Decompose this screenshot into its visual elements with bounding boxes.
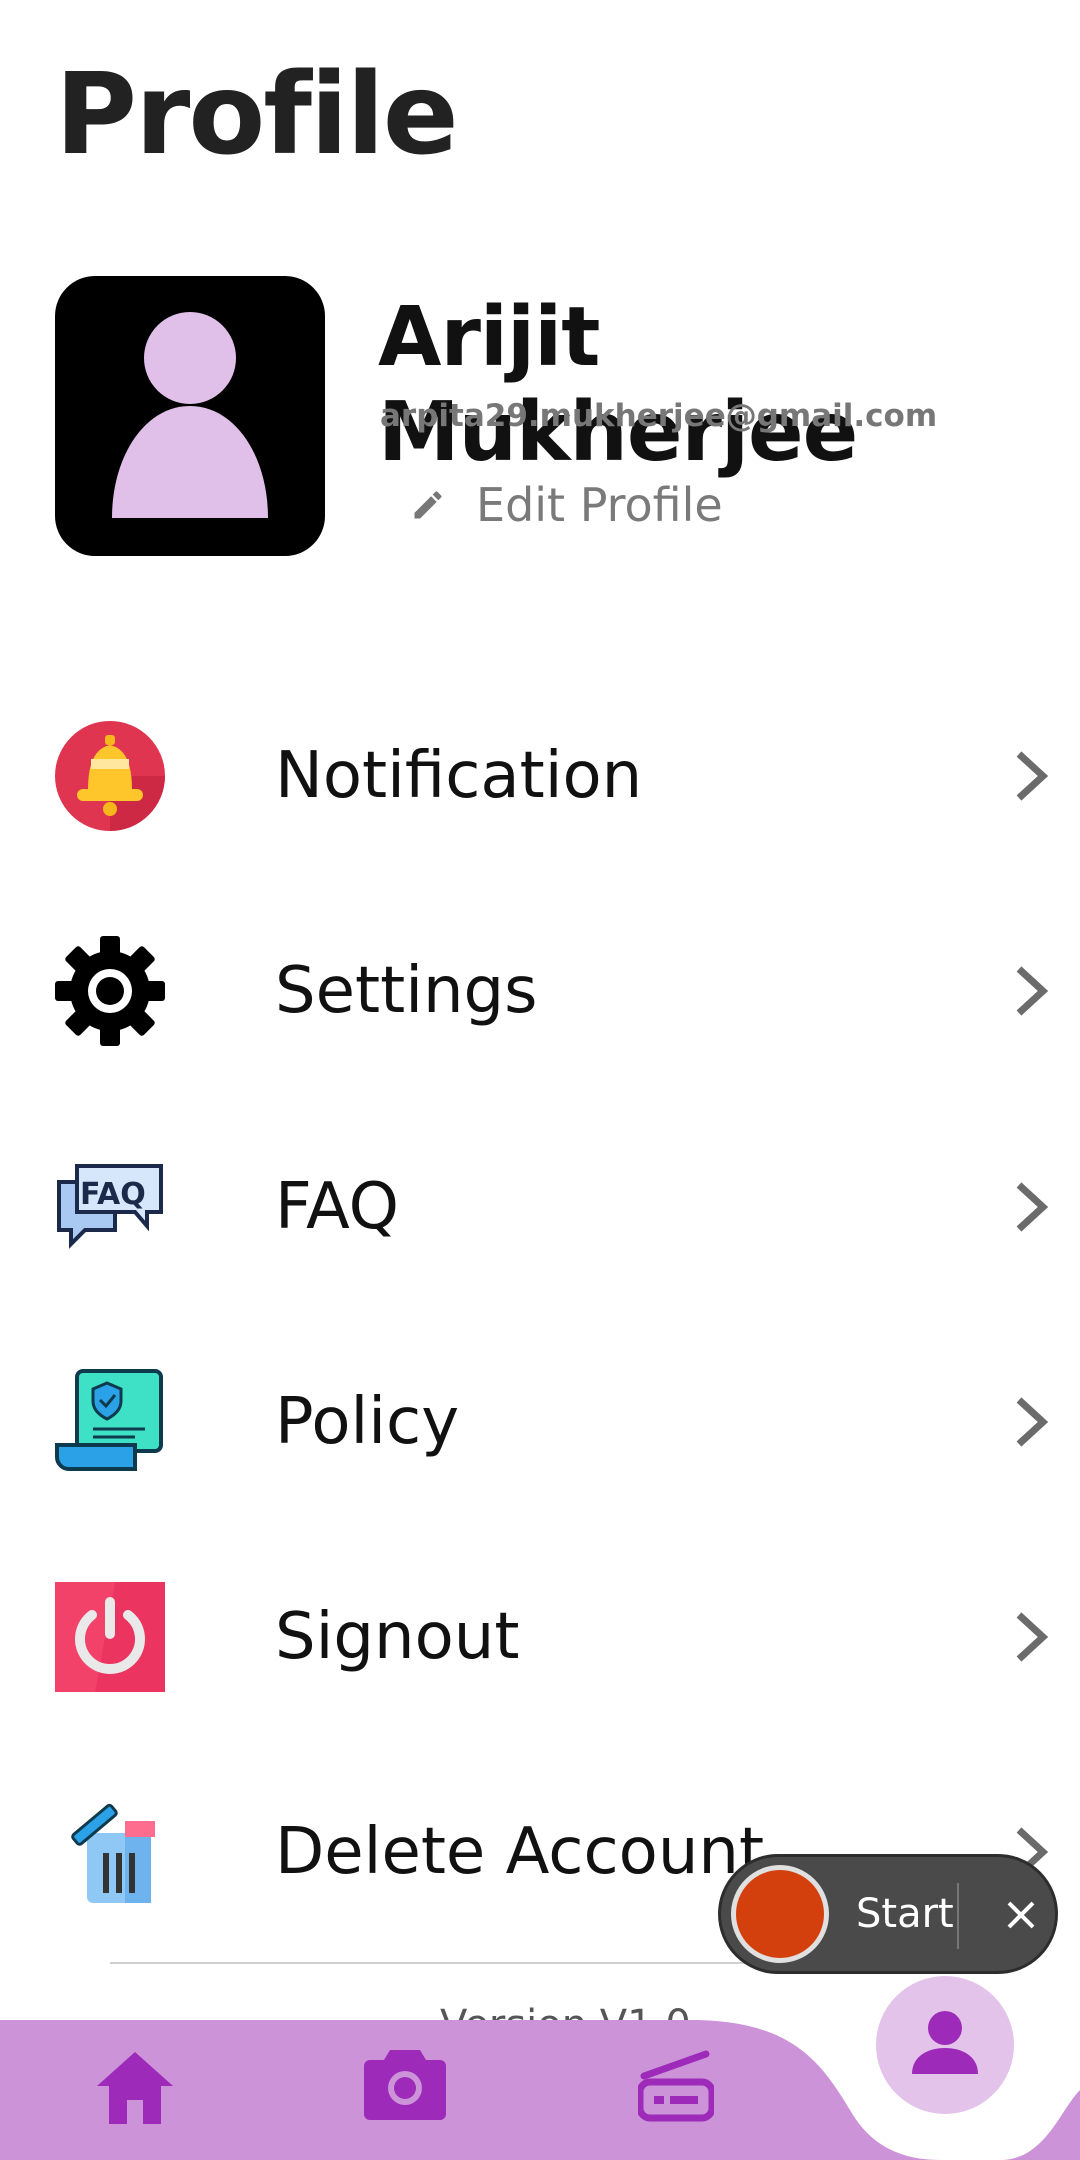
nav-camera-button[interactable] — [364, 2044, 446, 2124]
policy-scroll-icon — [55, 1369, 163, 1471]
gear-icon — [55, 936, 165, 1046]
nav-scanner-button[interactable] — [636, 2048, 716, 2128]
menu-item-label: FAQ — [275, 1170, 399, 1244]
menu-item-label: Signout — [275, 1600, 520, 1674]
recorder-separator — [957, 1883, 959, 1949]
nav-home-button[interactable] — [95, 2050, 175, 2130]
pencil-icon — [414, 491, 442, 519]
bell-icon — [55, 721, 165, 831]
close-icon[interactable] — [991, 1885, 1051, 1945]
page-title: Profile — [55, 50, 459, 180]
menu-item-signout[interactable]: Signout — [55, 1577, 1055, 1697]
profile-email: arpita29.mukherjee@gmail.com — [380, 398, 938, 434]
svg-text:FAQ: FAQ — [80, 1177, 146, 1212]
scanner-icon — [636, 2050, 716, 2122]
menu-item-label: Notification — [275, 739, 643, 813]
user-avatar-icon — [112, 312, 268, 518]
power-icon — [55, 1582, 165, 1692]
menu-item-policy[interactable]: Policy — [55, 1362, 1055, 1482]
screen-recorder-widget: Start — [718, 1854, 1058, 1974]
chevron-right-icon — [1016, 966, 1049, 1016]
edit-profile-label: Edit Profile — [476, 478, 723, 532]
menu-item-faq[interactable]: FAQ FAQ — [55, 1147, 1055, 1267]
menu-item-settings[interactable]: Settings — [55, 931, 1055, 1051]
menu-item-notification[interactable]: Notification — [55, 716, 1055, 836]
trash-icon — [71, 1803, 155, 1903]
menu-item-label: Policy — [275, 1385, 460, 1459]
profile-name: Arijit Mukherjee — [378, 290, 858, 480]
nav-profile-button[interactable] — [876, 1976, 1014, 2118]
chevron-right-icon — [1016, 1182, 1049, 1232]
profile-icon — [876, 1976, 1014, 2114]
camera-icon — [364, 2050, 446, 2120]
chevron-right-icon — [1016, 1397, 1049, 1447]
divider — [110, 1962, 830, 1964]
chevron-right-icon — [1016, 751, 1049, 801]
chevron-right-icon — [1016, 1612, 1049, 1662]
avatar[interactable] — [55, 276, 325, 556]
home-icon — [97, 2052, 173, 2124]
edit-profile-button[interactable]: Edit Profile — [410, 478, 723, 532]
bottom-navigation — [0, 1976, 1080, 2160]
recorder-start-label[interactable]: Start — [856, 1891, 954, 1937]
menu-item-label: Settings — [275, 954, 538, 1028]
faq-icon: FAQ — [57, 1164, 163, 1249]
record-button[interactable] — [731, 1865, 829, 1963]
